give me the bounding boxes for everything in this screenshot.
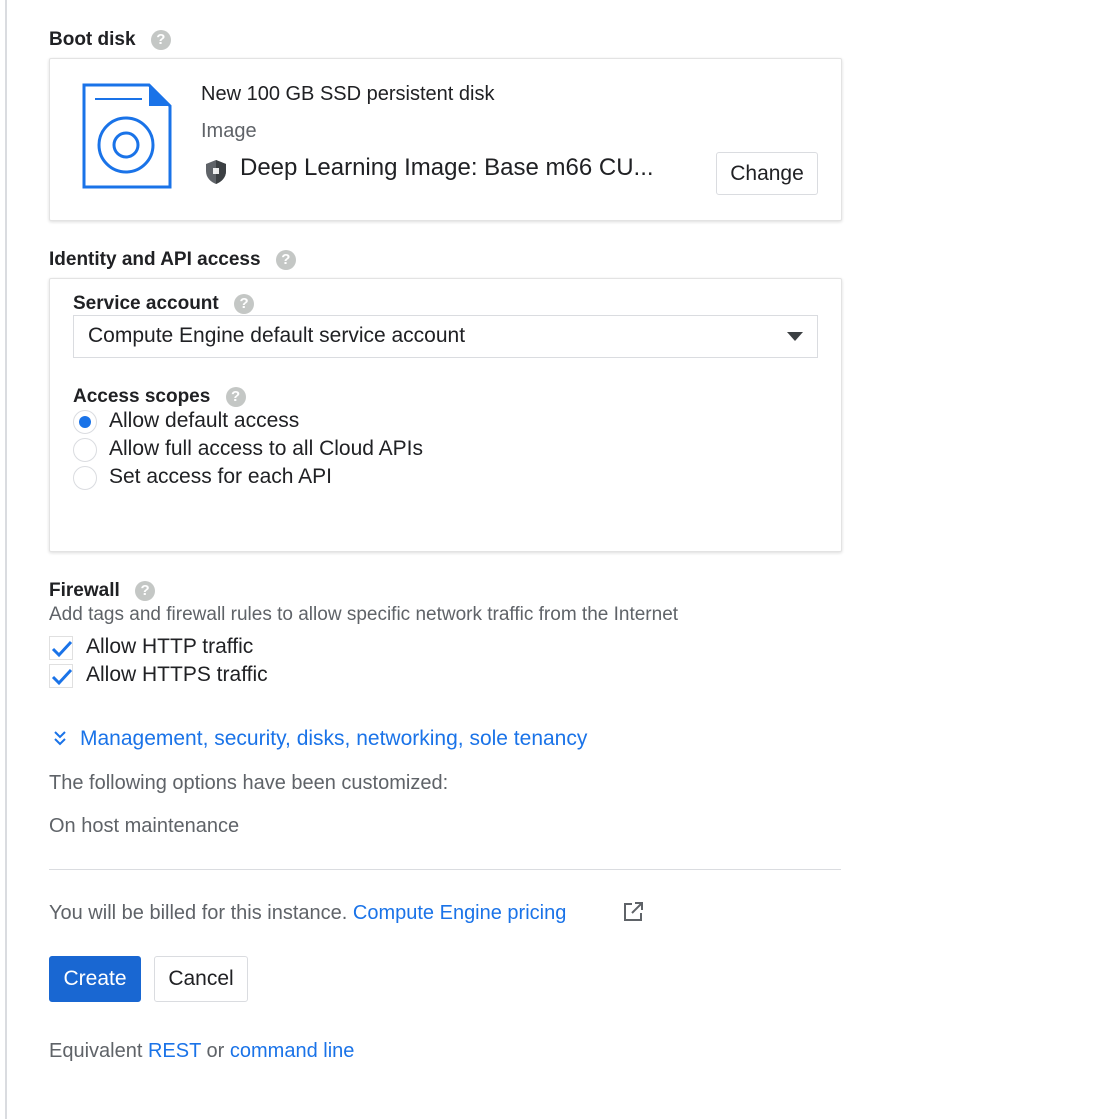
service-account-select[interactable]: Compute Engine default service account xyxy=(73,315,818,358)
disk-image-icon xyxy=(82,83,172,189)
divider xyxy=(49,869,841,870)
radio-button[interactable] xyxy=(73,410,97,434)
boot-disk-title: Boot disk xyxy=(49,29,136,50)
boot-disk-heading: Boot disk ? xyxy=(49,29,171,51)
identity-title: Identity and API access xyxy=(49,249,261,270)
firewall-title: Firewall xyxy=(49,580,120,601)
help-icon[interactable]: ? xyxy=(150,29,171,50)
cancel-button[interactable]: Cancel xyxy=(154,956,248,1002)
change-button[interactable]: Change xyxy=(716,152,818,195)
identity-card: Service account ? Compute Engine default… xyxy=(49,278,842,552)
firewall-description: Add tags and firewall rules to allow spe… xyxy=(49,604,679,625)
checkbox[interactable] xyxy=(49,636,73,660)
image-name: Deep Learning Image: Base m66 CU... xyxy=(240,154,654,181)
dropdown-arrow-icon xyxy=(787,332,803,341)
left-border xyxy=(5,0,7,1119)
http-label: Allow HTTP traffic xyxy=(86,635,254,658)
radio-button[interactable] xyxy=(73,466,97,490)
help-icon[interactable]: ? xyxy=(234,293,255,314)
pricing-link[interactable]: Compute Engine pricing xyxy=(353,902,566,924)
help-icon[interactable]: ? xyxy=(225,386,246,407)
checkbox[interactable] xyxy=(49,664,73,688)
command-line-link[interactable]: command line xyxy=(230,1040,355,1062)
scope-label: Allow default access xyxy=(109,409,300,432)
double-chevron-down-icon xyxy=(54,731,66,746)
billing-line: You will be billed for this instance. Co… xyxy=(49,902,566,925)
help-icon[interactable]: ? xyxy=(135,580,156,601)
access-scopes-heading: Access scopes ? xyxy=(73,386,246,408)
firewall-heading: Firewall ? xyxy=(49,580,156,602)
identity-heading: Identity and API access ? xyxy=(49,249,296,271)
scope-label: Allow full access to all Cloud APIs xyxy=(109,437,423,460)
access-scopes-label: Access scopes xyxy=(73,386,211,407)
customized-text: The following options have been customiz… xyxy=(49,772,449,794)
radio-button[interactable] xyxy=(73,438,97,462)
service-account-label: Service account xyxy=(73,293,219,314)
external-link-icon[interactable] xyxy=(623,901,644,922)
equivalent-prefix: Equivalent xyxy=(49,1040,143,1062)
shield-icon xyxy=(206,160,226,184)
create-button[interactable]: Create xyxy=(49,956,141,1002)
https-label: Allow HTTPS traffic xyxy=(86,663,268,686)
equivalent-line: Equivalent REST or command line xyxy=(49,1040,354,1063)
service-account-heading: Service account ? xyxy=(73,293,255,315)
boot-disk-card: New 100 GB SSD persistent disk Image Dee… xyxy=(49,58,842,221)
billing-text: You will be billed for this instance. xyxy=(49,902,348,924)
customized-item: On host maintenance xyxy=(49,815,240,837)
scope-label: Set access for each API xyxy=(109,465,332,488)
or-text: or xyxy=(206,1040,225,1062)
disk-name: New 100 GB SSD persistent disk xyxy=(201,83,495,105)
checkmark-icon xyxy=(51,640,73,658)
rest-link[interactable]: REST xyxy=(148,1040,201,1062)
management-link[interactable]: Management, security, disks, networking,… xyxy=(80,727,587,751)
help-icon[interactable]: ? xyxy=(275,249,296,270)
image-label: Image xyxy=(201,120,257,142)
checkmark-icon xyxy=(51,668,73,686)
service-account-value: Compute Engine default service account xyxy=(88,324,466,347)
